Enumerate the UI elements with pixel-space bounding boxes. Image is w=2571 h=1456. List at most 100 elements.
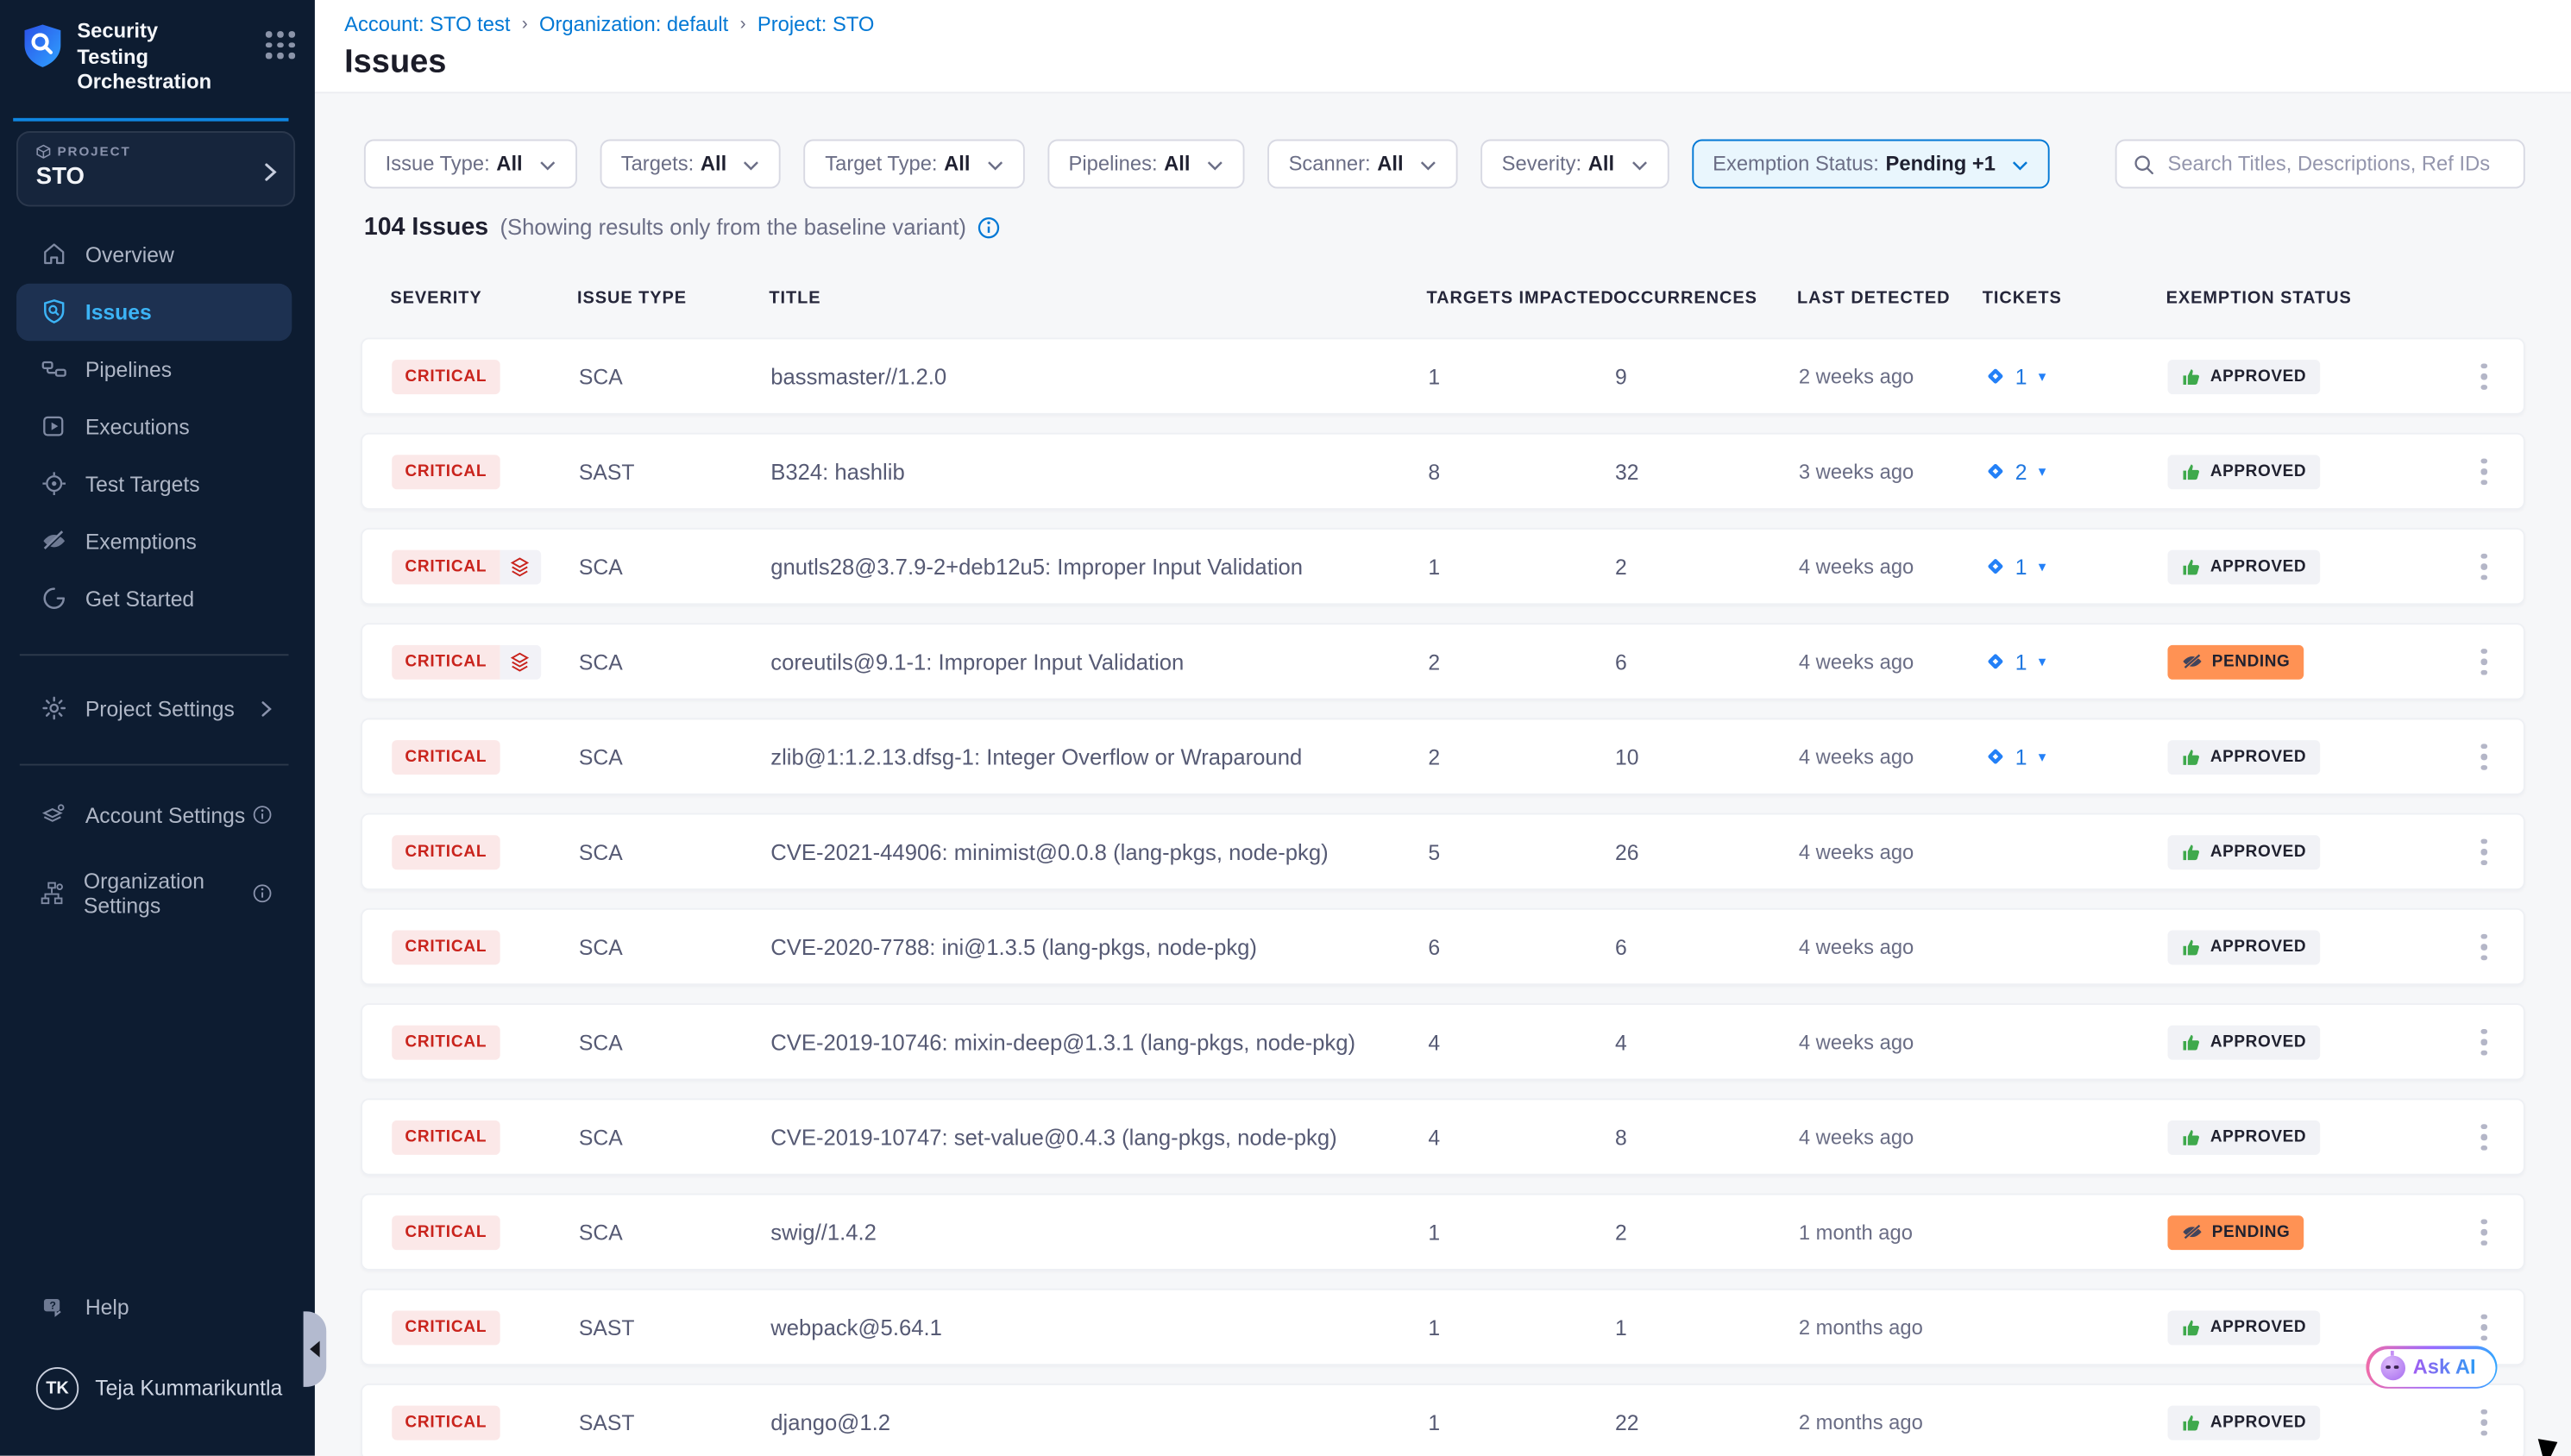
app-header: Security Testing Orchestration [0,0,315,97]
issue-title[interactable]: swig//1.4.2 [770,1220,877,1245]
issue-row[interactable]: CRITICAL SAST B324: hashlib 8 32 3 weeks… [361,433,2525,510]
breadcrumb: Account: STO test › Organization: defaul… [344,13,2571,36]
issue-row[interactable]: CRITICAL SCA CVE-2021-44906: minimist@0.… [361,813,2525,890]
filter-targets[interactable]: Targets:All [600,140,781,189]
issue-type: SCA [579,934,623,959]
sidebar-item-issues[interactable]: Issues [16,284,292,342]
issue-title[interactable]: CVE-2020-7788: ini@1.3.5 (lang-pkgs, nod… [770,934,1257,959]
ticket-caret-icon: ▾ [2039,748,2046,766]
sidebar-item-executions[interactable]: Executions [16,399,292,456]
sidebar-item-help[interactable]: ? Help [16,1278,292,1336]
row-menu-kebab-icon[interactable] [2474,1307,2493,1347]
issue-row[interactable]: CRITICAL SCA swig//1.4.2 1 2 1 month ago… [361,1194,2525,1271]
ticket-dropdown[interactable]: 1 ▾ [1984,744,2046,769]
project-selector[interactable]: PROJECT STO [16,131,295,206]
issue-title[interactable]: bassmaster//1.2.0 [770,364,946,389]
occurrences: 1 [1615,1315,1627,1340]
issue-row[interactable]: CRITICAL SCA zlib@1:1.2.13.dfsg-1: Integ… [361,718,2525,794]
last-detected: 4 weeks ago [1799,1126,1914,1149]
row-menu-kebab-icon[interactable] [2474,451,2493,492]
filter-exemption-status[interactable]: Exemption Status:Pending +1 [1691,140,2049,189]
ticket-dropdown[interactable]: 1 ▾ [1984,650,2046,675]
sidebar-item-label: Get Started [85,587,194,612]
breadcrumb-org-link[interactable]: Organization: default [539,13,728,36]
filter-severity[interactable]: Severity:All [1480,140,1669,189]
severity-label: CRITICAL [392,739,500,774]
module-grid-icon[interactable] [266,31,295,58]
breadcrumb-project-link[interactable]: Project: STO [757,13,875,36]
info-icon[interactable] [977,216,1001,239]
issue-row[interactable]: CRITICAL SCA CVE-2020-7788: ini@1.3.5 (l… [361,908,2525,985]
last-detected: 1 month ago [1799,1221,1913,1244]
issue-title[interactable]: zlib@1:1.2.13.dfsg-1: Integer Overflow o… [770,744,1302,769]
occurrences: 2 [1615,554,1627,579]
exemption-status-badge: APPROVED [2167,359,2319,393]
sidebar-collapse-handle[interactable] [304,1311,327,1386]
row-menu-kebab-icon[interactable] [2474,1212,2493,1252]
sidebar-divider [20,763,289,765]
issue-row[interactable]: CRITICAL SCA coreutils@9.1-1: Improper I… [361,623,2525,700]
issue-title[interactable]: gnutls28@3.7.9-2+deb12u5: Improper Input… [770,554,1303,579]
exemption-status-badge: PENDING [2167,1214,2303,1249]
row-menu-kebab-icon[interactable] [2474,1021,2493,1062]
ticket-dropdown[interactable]: 1 ▾ [1984,554,2046,579]
search-input[interactable] [2167,153,2506,176]
filter-scanner[interactable]: Scanner:All [1267,140,1457,189]
sidebar-item-account-settings[interactable]: Account Settings [16,787,292,844]
row-menu-kebab-icon[interactable] [2474,926,2493,967]
issue-row[interactable]: CRITICAL SCA CVE-2019-10746: mixin-deep@… [361,1003,2525,1080]
sidebar-item-get-started[interactable]: Get Started [16,570,292,628]
issue-row[interactable]: CRITICAL SCA bassmaster//1.2.0 1 9 2 wee… [361,338,2525,415]
sidebar-item-project-settings[interactable]: Project Settings [16,680,292,737]
severity-badge: CRITICAL [392,1405,500,1440]
issue-row[interactable]: CRITICAL SCA CVE-2019-10747: set-value@0… [361,1098,2525,1175]
user-menu[interactable]: TK Teja Kummarikuntla [16,1359,292,1417]
sidebar-item-organization-settings[interactable]: Organization Settings [16,865,292,923]
row-menu-kebab-icon[interactable] [2474,1402,2493,1442]
ask-ai-label: Ask AI [2413,1356,2476,1379]
exemption-status-label: APPROVED [2210,1128,2306,1146]
sidebar-item-pipelines[interactable]: Pipelines [16,341,292,399]
filter-issue-type[interactable]: Issue Type:All [364,140,576,189]
info-icon [253,806,273,825]
issue-title[interactable]: coreutils@9.1-1: Improper Input Validati… [770,650,1184,675]
issue-title[interactable]: CVE-2019-10747: set-value@0.4.3 (lang-pk… [770,1125,1336,1150]
issue-type: SCA [579,744,623,769]
row-menu-kebab-icon[interactable] [2474,642,2493,682]
sidebar-item-test-targets[interactable]: Test Targets [16,455,292,513]
ticket-caret-icon: ▾ [2039,652,2046,670]
issue-title[interactable]: B324: hashlib [770,459,904,484]
issue-title[interactable]: webpack@5.64.1 [770,1315,942,1340]
row-menu-kebab-icon[interactable] [2474,356,2493,397]
row-menu-kebab-icon[interactable] [2474,1117,2493,1158]
thumbs-up-icon [2181,555,2203,577]
ask-ai-button[interactable]: Ask AI [2366,1346,2498,1388]
targets-impacted: 8 [1428,459,1440,484]
issue-row[interactable]: CRITICAL SCA gnutls28@3.7.9-2+deb12u5: I… [361,528,2525,605]
ticket-count: 1 [2015,650,2027,675]
sidebar-item-exemptions[interactable]: Exemptions [16,513,292,571]
issue-title[interactable]: django@1.2 [770,1409,890,1434]
severity-badge: CRITICAL [392,834,500,869]
ticket-dropdown[interactable]: 2 ▾ [1984,459,2046,484]
issue-row[interactable]: CRITICAL SAST django@1.2 1 22 2 months a… [361,1384,2525,1456]
targets-impacted: 1 [1428,554,1440,579]
issue-type: SAST [579,1409,635,1434]
exemption-status-label: APPROVED [2210,843,2306,861]
row-menu-kebab-icon[interactable] [2474,832,2493,872]
filter-target-type[interactable]: Target Type:All [804,140,1025,189]
sidebar-item-overview[interactable]: Overview [16,226,292,284]
issue-row[interactable]: CRITICAL SAST webpack@5.64.1 1 1 2 month… [361,1289,2525,1365]
issue-title[interactable]: CVE-2019-10746: mixin-deep@1.3.1 (lang-p… [770,1030,1355,1055]
breadcrumb-account-link[interactable]: Account: STO test [344,13,510,36]
sidebar-nav: Overview Issues Pipelines Executions Tes… [0,226,315,628]
row-menu-kebab-icon[interactable] [2474,737,2493,777]
filter-pipelines[interactable]: Pipelines:All [1047,140,1244,189]
ticket-dropdown[interactable]: 1 ▾ [1984,364,2046,389]
column-header-title: TITLE [769,288,820,308]
row-menu-kebab-icon[interactable] [2474,546,2493,587]
issue-title[interactable]: CVE-2021-44906: minimist@0.0.8 (lang-pkg… [770,839,1328,864]
breadcrumb-separator: › [740,15,746,35]
severity-label: CRITICAL [392,359,500,393]
thumbs-up-icon [2181,746,2203,768]
